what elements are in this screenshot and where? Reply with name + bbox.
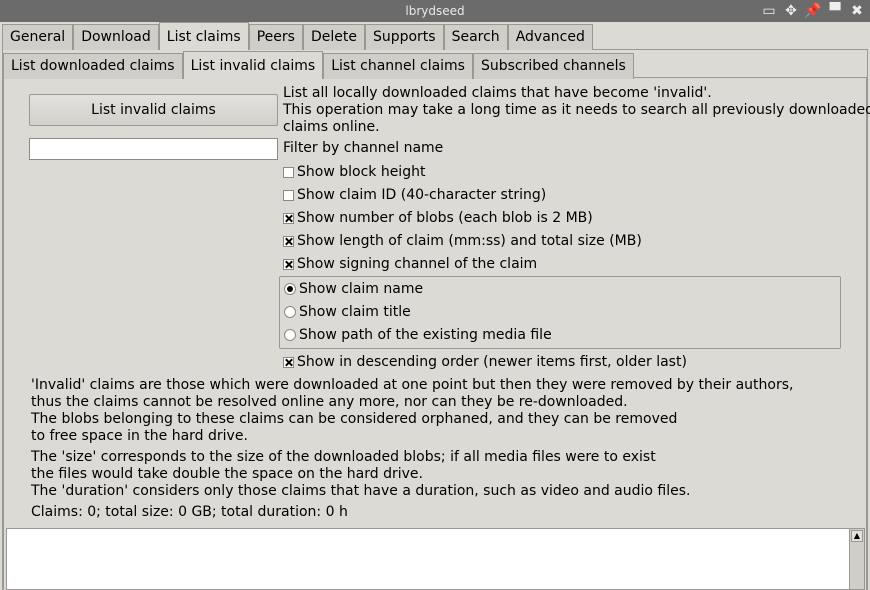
description: List all locally downloaded claims that … xyxy=(283,85,870,136)
checkbox-box[interactable] xyxy=(283,166,294,178)
scroll-up-icon[interactable]: ▲ xyxy=(851,530,863,542)
checkbox-box[interactable] xyxy=(283,212,294,224)
radio-button[interactable] xyxy=(284,306,296,318)
show-claim-id-checkbox[interactable]: Show claim ID (40-character string) xyxy=(283,185,546,205)
description-line: claims online. xyxy=(283,119,380,135)
radio-label: Show claim name xyxy=(299,281,424,297)
info-line: 'Invalid' claims are those which were do… xyxy=(31,377,794,393)
checkbox-box[interactable] xyxy=(283,235,294,247)
show-descending-order-checkbox[interactable]: Show in descending order (newer items fi… xyxy=(283,352,687,372)
channel-filter-label: Filter by channel name xyxy=(283,140,444,156)
info-paragraph-2: The 'size' corresponds to the size of th… xyxy=(31,449,690,500)
output-scrollbar[interactable]: ▲ xyxy=(849,529,864,589)
maximize-icon[interactable]: ▀ xyxy=(826,2,844,20)
radio-label: Show path of the existing media file xyxy=(299,327,552,343)
tab-delete[interactable]: Delete xyxy=(302,24,365,50)
show-signing-channel-checkbox[interactable]: Show signing channel of the claim xyxy=(283,254,537,274)
show-length-of-claim-checkbox[interactable]: Show length of claim (mm:ss) and total s… xyxy=(283,231,642,251)
tab-supports[interactable]: Supports xyxy=(364,24,444,50)
window-controls: ▭ ✥ 📌 ▀ ✖ xyxy=(760,2,866,20)
subtab-list-invalid-claims[interactable]: List invalid claims xyxy=(182,51,324,79)
close-icon[interactable]: ✖ xyxy=(848,2,866,20)
show-media-path-radio[interactable]: Show path of the existing media file xyxy=(284,325,552,345)
tab-download[interactable]: Download xyxy=(73,24,159,50)
checkbox-label: Show signing channel of the claim xyxy=(297,256,538,272)
show-claim-name-radio[interactable]: Show claim name xyxy=(284,279,423,299)
tab-list-claims[interactable]: List claims xyxy=(158,22,249,50)
claim-display-radio-group: Show claim name Show claim title Show pa… xyxy=(279,276,841,349)
info-line: The blobs belonging to these claims can … xyxy=(31,411,678,427)
info-line: the files would take double the space on… xyxy=(31,466,423,482)
main-tabs: General Download List claims Peers Delet… xyxy=(2,22,593,50)
checkbox-box[interactable] xyxy=(283,258,294,270)
subtab-list-downloaded-claims[interactable]: List downloaded claims xyxy=(3,53,183,79)
claims-summary: Claims: 0; total size: 0 GB; total durat… xyxy=(31,504,348,520)
sub-tabs: List downloaded claims List invalid clai… xyxy=(3,51,634,79)
description-line: This operation may take a long time as i… xyxy=(283,102,870,118)
checkbox-label: Show in descending order (newer items fi… xyxy=(297,354,687,370)
checkbox-label: Show length of claim (mm:ss) and total s… xyxy=(297,233,642,249)
info-line: The 'duration' considers only those clai… xyxy=(31,483,691,499)
subtab-list-channel-claims[interactable]: List channel claims xyxy=(323,53,473,79)
tab-general[interactable]: General xyxy=(2,24,74,50)
checkbox-label: Show block height xyxy=(297,164,426,180)
radio-button[interactable] xyxy=(284,329,296,341)
radio-label: Show claim title xyxy=(299,304,411,320)
radio-button[interactable] xyxy=(284,283,296,295)
info-line: The 'size' corresponds to the size of th… xyxy=(31,449,656,465)
checkbox-label: Show number of blobs (each blob is 2 MB) xyxy=(297,210,593,226)
minimize-icon[interactable]: ▭ xyxy=(760,2,778,20)
show-block-height-checkbox[interactable]: Show block height xyxy=(283,162,425,182)
tab-peers[interactable]: Peers xyxy=(248,24,303,50)
channel-filter-input[interactable] xyxy=(29,138,278,160)
list-invalid-claims-button[interactable]: List invalid claims xyxy=(29,94,278,126)
move-icon[interactable]: ✥ xyxy=(782,2,800,20)
checkbox-box[interactable] xyxy=(283,189,294,201)
info-line: thus the claims cannot be resolved onlin… xyxy=(31,394,628,410)
show-claim-title-radio[interactable]: Show claim title xyxy=(284,302,411,322)
description-line: List all locally downloaded claims that … xyxy=(283,85,712,101)
window-title: lbrydseed xyxy=(405,4,465,18)
info-line: to free space in the hard drive. xyxy=(31,428,248,444)
tab-search[interactable]: Search xyxy=(443,24,508,50)
checkbox-box[interactable] xyxy=(283,356,294,368)
tab-advanced[interactable]: Advanced xyxy=(507,24,593,50)
checkbox-label: Show claim ID (40-character string) xyxy=(297,187,547,203)
subtab-subscribed-channels[interactable]: Subscribed channels xyxy=(472,53,634,79)
show-number-of-blobs-checkbox[interactable]: Show number of blobs (each blob is 2 MB) xyxy=(283,208,593,228)
info-paragraph-1: 'Invalid' claims are those which were do… xyxy=(31,377,793,445)
window-titlebar: lbrydseed ▭ ✥ 📌 ▀ ✖ xyxy=(0,0,870,22)
output-text-area[interactable]: ▲ xyxy=(6,528,865,590)
pin-icon[interactable]: 📌 xyxy=(804,2,822,20)
